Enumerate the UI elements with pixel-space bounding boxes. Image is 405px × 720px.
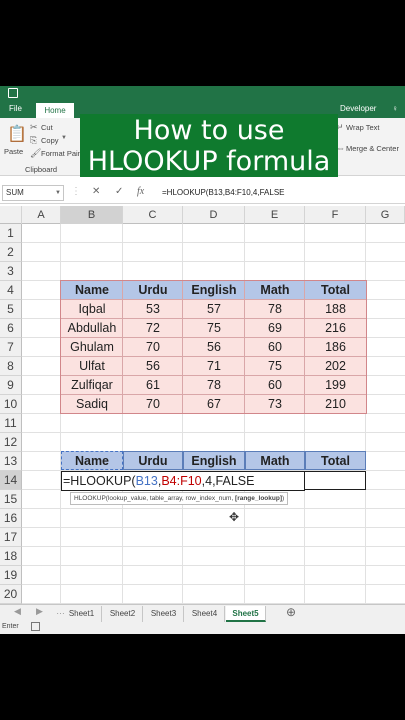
col-header-d[interactable]: D bbox=[183, 206, 245, 224]
excel-window: File Developer ♀ Home 📋 Paste ✂ Cut ⎘ Co… bbox=[0, 86, 405, 634]
grid-hline bbox=[22, 527, 405, 528]
row-header-17[interactable]: 17 bbox=[0, 528, 22, 547]
tab-file[interactable]: File bbox=[9, 104, 22, 113]
grid-hline bbox=[22, 432, 405, 433]
format-painter-button[interactable]: Format Pain bbox=[41, 149, 82, 158]
lightbulb-icon[interactable]: ♀ bbox=[392, 104, 398, 113]
cursor-icon: ✥ bbox=[229, 510, 240, 524]
overlay-line-2: HLOOKUP formula bbox=[87, 146, 331, 177]
lookup-header-cell[interactable]: Urdu bbox=[123, 451, 183, 470]
sheet-tab-bar: ◀ ▶ … Sheet1 Sheet2 Sheet3 Sheet4 Sheet5 ⊕ bbox=[0, 604, 405, 622]
prev-sheet-icon[interactable]: ◀ bbox=[14, 606, 21, 617]
row-header-10[interactable]: 10 bbox=[0, 395, 22, 414]
more-icon: ⋮ bbox=[71, 186, 81, 197]
copy-button[interactable]: Copy bbox=[41, 136, 59, 145]
merge-center-button[interactable]: Merge & Center bbox=[346, 144, 399, 153]
row-header-6[interactable]: 6 bbox=[0, 319, 22, 338]
row-header-16[interactable]: 16 bbox=[0, 509, 22, 528]
row-header-9[interactable]: 9 bbox=[0, 376, 22, 395]
cancel-icon[interactable]: ✕ bbox=[92, 186, 100, 197]
clipboard-group-label: Clipboard bbox=[25, 165, 58, 174]
lookup-header-cell[interactable]: English bbox=[183, 451, 245, 470]
paste-button[interactable]: Paste bbox=[4, 147, 23, 156]
grid-hline bbox=[22, 584, 405, 585]
sheet-tab-sheet4[interactable]: Sheet4 bbox=[185, 606, 225, 622]
select-all-corner[interactable] bbox=[0, 206, 22, 224]
formula-rest: ,4,FALSE bbox=[201, 474, 255, 488]
insert-function-icon[interactable]: fx bbox=[137, 186, 144, 197]
formula-bar: SUM ▼ ⋮ ✕ ✓ fx =HLOOKUP(B13,B4:F10,4,FAL… bbox=[0, 182, 405, 204]
lookup-empty-cell[interactable] bbox=[305, 471, 366, 490]
tab-developer[interactable]: Developer bbox=[340, 104, 376, 113]
grid-hline bbox=[22, 508, 405, 509]
overlay-line-1: How to use bbox=[133, 115, 285, 146]
tooltip-range-lookup: [range_lookup] bbox=[235, 495, 282, 502]
col-header-e[interactable]: E bbox=[245, 206, 305, 224]
col-header-f[interactable]: F bbox=[305, 206, 366, 224]
format-painter-icon[interactable]: 🖌 bbox=[30, 148, 41, 159]
video-title-overlay: How to use HLOOKUP formula bbox=[80, 114, 338, 177]
sheet-tab-sheet3[interactable]: Sheet3 bbox=[144, 606, 184, 622]
save-icon[interactable] bbox=[8, 88, 18, 98]
grid-hline bbox=[22, 565, 405, 566]
formula-ref-b13: B13 bbox=[135, 474, 158, 488]
column-headers: A B C D E F G bbox=[0, 206, 405, 224]
status-mode: Enter bbox=[2, 623, 19, 630]
col-header-g[interactable]: G bbox=[366, 206, 405, 224]
col-header-b[interactable]: B bbox=[61, 206, 123, 224]
enter-icon[interactable]: ✓ bbox=[115, 186, 123, 197]
row-header-15[interactable]: 15 bbox=[0, 490, 22, 509]
row-header-2[interactable]: 2 bbox=[0, 243, 22, 262]
lookup-header-cell[interactable]: Name bbox=[61, 451, 123, 470]
formula-fn: =HLOOKUP( bbox=[63, 474, 136, 488]
lookup-header-cell[interactable]: Total bbox=[305, 451, 366, 470]
tooltip-close: ) bbox=[281, 495, 285, 502]
paste-icon[interactable]: 📋 bbox=[7, 124, 27, 144]
row-header-8[interactable]: 8 bbox=[0, 357, 22, 376]
grid-hline bbox=[22, 242, 405, 243]
title-bar bbox=[0, 86, 405, 102]
formula-input[interactable]: =HLOOKUP(B13,B4:F10,4,FALSE bbox=[162, 185, 285, 201]
row-header-14[interactable]: 14 bbox=[0, 471, 22, 490]
row-header-20[interactable]: 20 bbox=[0, 585, 22, 604]
formula-ref-range: B4:F10 bbox=[161, 474, 202, 488]
row-header-4[interactable]: 4 bbox=[0, 281, 22, 300]
lookup-header-cell[interactable]: Math bbox=[245, 451, 305, 470]
macro-record-icon[interactable] bbox=[31, 622, 40, 631]
add-sheet-icon[interactable]: ⊕ bbox=[286, 605, 296, 619]
tab-home[interactable]: Home bbox=[36, 103, 74, 118]
chevron-down-icon[interactable]: ▼ bbox=[55, 185, 61, 201]
row-header-13[interactable]: 13 bbox=[0, 452, 22, 471]
row-header-19[interactable]: 19 bbox=[0, 566, 22, 585]
row-header-7[interactable]: 7 bbox=[0, 338, 22, 357]
wrap-text-button[interactable]: Wrap Text bbox=[346, 123, 380, 132]
cut-button[interactable]: Cut bbox=[41, 123, 53, 132]
grid-hline bbox=[22, 546, 405, 547]
sheet-tab-sheet5[interactable]: Sheet5 bbox=[226, 606, 266, 622]
chevron-down-icon[interactable]: ▼ bbox=[61, 135, 67, 141]
active-cell-b14[interactable]: =HLOOKUP(B13,B4:F10,4,FALSE bbox=[61, 471, 305, 491]
row-header-12[interactable]: 12 bbox=[0, 433, 22, 452]
function-tooltip: HLOOKUP(lookup_value, table_array, row_i… bbox=[70, 492, 289, 505]
table-border bbox=[60, 280, 367, 414]
copy-icon[interactable]: ⎘ bbox=[30, 135, 37, 146]
row-header-1[interactable]: 1 bbox=[0, 224, 22, 243]
col-header-c[interactable]: C bbox=[123, 206, 183, 224]
cut-icon[interactable]: ✂ bbox=[30, 122, 38, 133]
row-header-18[interactable]: 18 bbox=[0, 547, 22, 566]
col-header-a[interactable]: A bbox=[22, 206, 61, 224]
row-header-3[interactable]: 3 bbox=[0, 262, 22, 281]
sheet-tab-sheet2[interactable]: Sheet2 bbox=[103, 606, 143, 622]
row-header-5[interactable]: 5 bbox=[0, 300, 22, 319]
status-bar: Enter bbox=[0, 622, 405, 634]
sheet-tab-sheet1[interactable]: Sheet1 bbox=[62, 606, 102, 622]
grid-hline bbox=[22, 261, 405, 262]
tooltip-text: HLOOKUP(lookup_value, table_array, row_i… bbox=[74, 495, 236, 502]
row-header-11[interactable]: 11 bbox=[0, 414, 22, 433]
next-sheet-icon[interactable]: ▶ bbox=[36, 606, 43, 617]
